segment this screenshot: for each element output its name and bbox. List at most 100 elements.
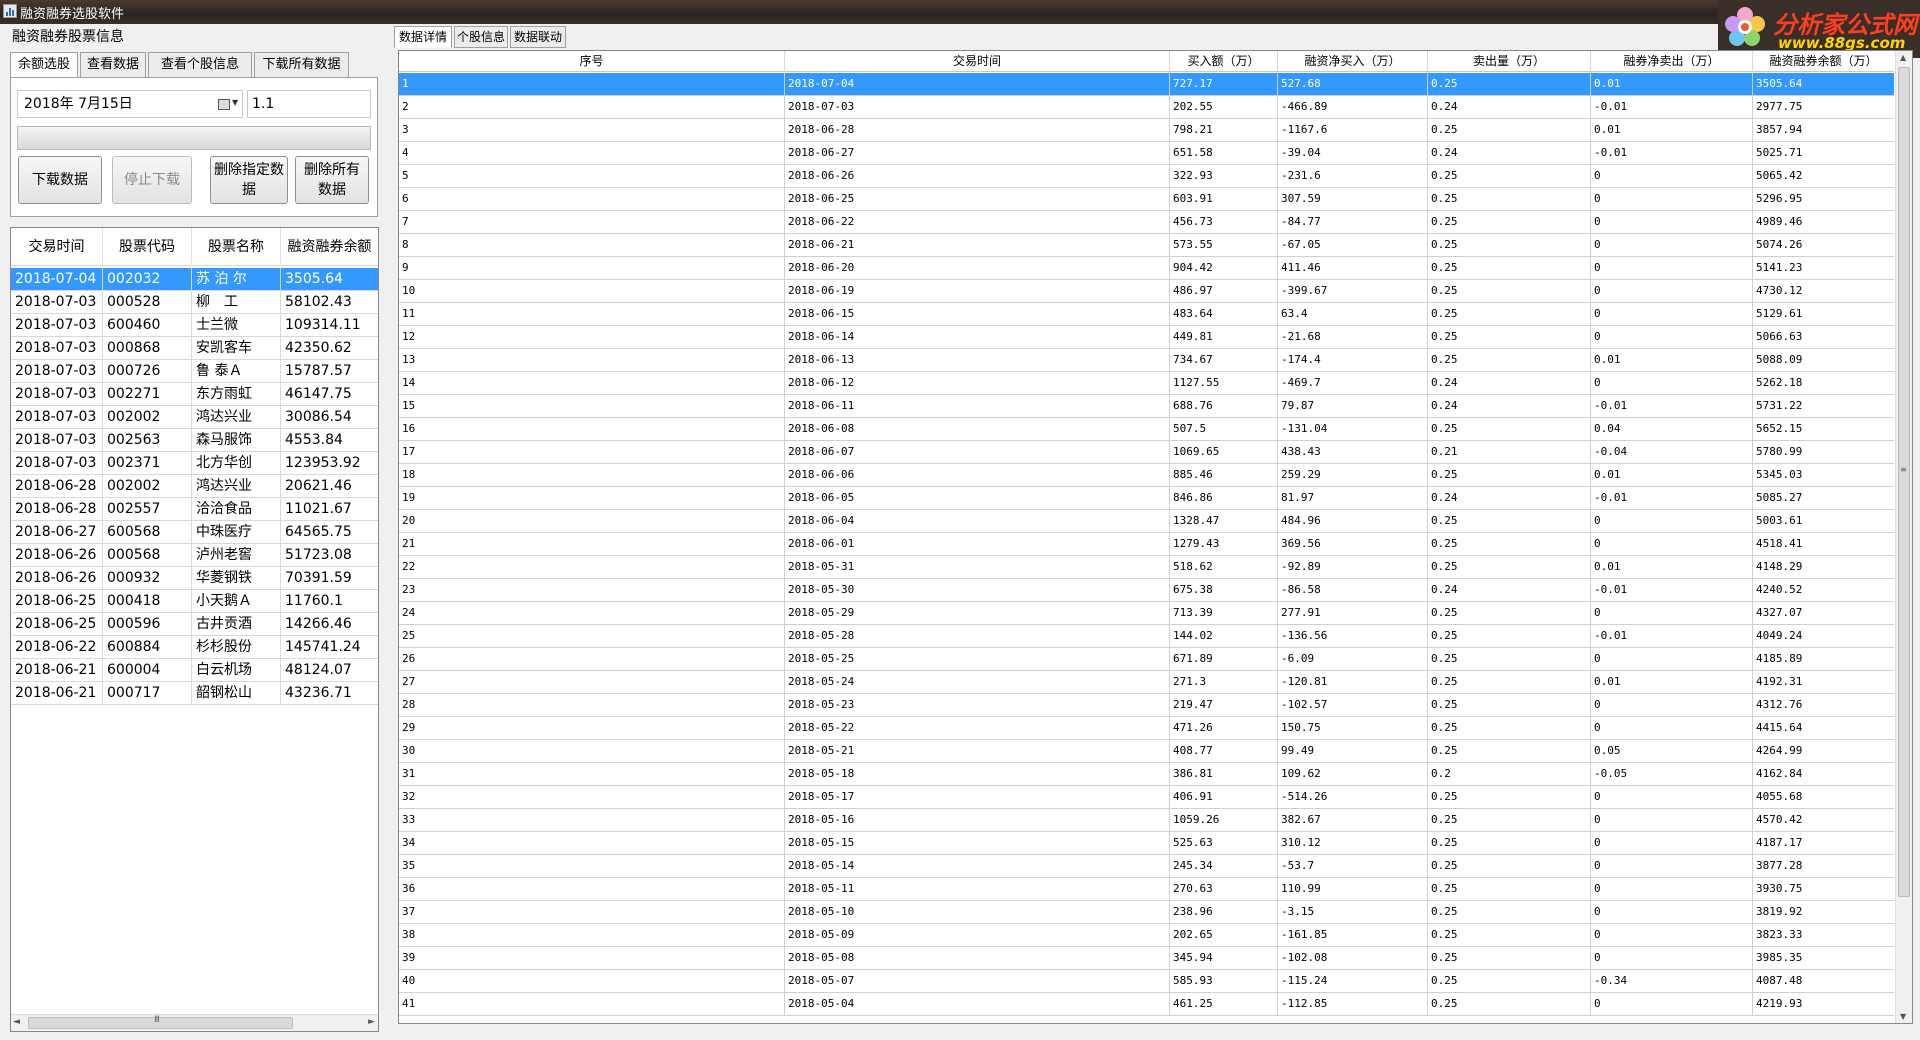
table-row[interactable]: 34 2018-05-15 525.63 310.12 0.25 0 4187.17 <box>399 832 1894 855</box>
scroll-right-icon[interactable]: ► <box>368 1017 375 1027</box>
ratio-input[interactable]: 1.1 <box>247 90 371 118</box>
table-row[interactable]: 33 2018-05-16 1059.26 382.67 0.25 0 4570.42 <box>399 809 1894 832</box>
date-picker[interactable]: 2018年 7月15日 ▼ <box>17 90 243 118</box>
table-row[interactable]: 30 2018-05-21 408.77 99.49 0.25 0.05 4264.99 <box>399 740 1894 763</box>
table-row[interactable]: 22 2018-05-31 518.62 -92.89 0.25 0.01 4148.29 <box>399 556 1894 579</box>
table-row[interactable]: 2018-06-28 002002 鸿达兴业 20621.46 <box>11 475 378 498</box>
table-row[interactable]: 2018-06-21 600004 白云机场 48124.07 <box>11 659 378 682</box>
column-header[interactable]: 融券净卖出（万） <box>1591 51 1753 72</box>
tab-download-all[interactable]: 下载所有数据 <box>254 52 349 78</box>
table-row[interactable]: 39 2018-05-08 345.94 -102.08 0.25 0 3985.35 <box>399 947 1894 970</box>
tab-data-linkage[interactable]: 数据联动 <box>510 26 566 48</box>
delete-selected-button[interactable]: 删除指定数据 <box>210 156 288 204</box>
table-row[interactable]: 35 2018-05-14 245.34 -53.7 0.25 0 3877.28 <box>399 855 1894 878</box>
table-row[interactable]: 2018-07-03 002371 北方华创 123953.92 <box>11 452 378 475</box>
table-row[interactable]: 41 2018-05-04 461.25 -112.85 0.25 0 4219.93 <box>399 993 1894 1016</box>
tab-balance-select[interactable]: 余额选股 <box>10 52 78 79</box>
table-row[interactable]: 2018-06-25 000596 古井贡酒 14266.46 <box>11 613 378 636</box>
table-row[interactable]: 38 2018-05-09 202.65 -161.85 0.25 0 3823.33 <box>399 924 1894 947</box>
table-row[interactable]: 10 2018-06-19 486.97 -399.67 0.25 0 4730.12 <box>399 280 1894 303</box>
tab-data-details[interactable]: 数据详情 <box>394 26 452 48</box>
table-row[interactable]: 1 2018-07-04 727.17 527.68 0.25 0.01 3505.64 <box>399 73 1894 96</box>
scroll-thumb[interactable]: III <box>28 1015 293 1029</box>
table-row[interactable]: 24 2018-05-29 713.39 277.91 0.25 0 4327.07 <box>399 602 1894 625</box>
table-row[interactable]: 6 2018-06-25 603.91 307.59 0.25 0 5296.95 <box>399 188 1894 211</box>
table-row[interactable]: 12 2018-06-14 449.81 -21.68 0.25 0 5066.63 <box>399 326 1894 349</box>
table-row[interactable]: 2018-07-03 600460 士兰微 109314.11 <box>11 314 378 337</box>
table-row[interactable]: 27 2018-05-24 271.3 -120.81 0.25 0.01 4192.31 <box>399 671 1894 694</box>
table-row[interactable]: 7 2018-06-22 456.73 -84.77 0.25 0 4989.46 <box>399 211 1894 234</box>
table-row[interactable]: 40 2018-05-07 585.93 -115.24 0.25 -0.34 4087.4… <box>399 970 1894 993</box>
column-header[interactable]: 股票代码 <box>103 228 192 266</box>
table-cell: 3930.75 <box>1756 882 1803 895</box>
table-row[interactable]: 28 2018-05-23 219.47 -102.57 0.25 0 4312.76 <box>399 694 1894 717</box>
table-row[interactable]: 2018-07-03 000726 鲁 泰Ａ 15787.57 <box>11 360 378 383</box>
table-row[interactable]: 31 2018-05-18 386.81 109.62 0.2 -0.05 4162.84 <box>399 763 1894 786</box>
column-header[interactable]: 交易时间 <box>11 228 103 266</box>
column-header[interactable]: 融资融券余额 <box>281 228 378 266</box>
table-row[interactable]: 20 2018-06-04 1328.47 484.96 0.25 0 5003.61 <box>399 510 1894 533</box>
table-row[interactable]: 16 2018-06-08 507.5 -131.04 0.25 0.04 5652.15 <box>399 418 1894 441</box>
column-header[interactable]: 买入额（万） <box>1170 51 1278 72</box>
table-row[interactable]: 15 2018-06-11 688.76 79.87 0.24 -0.01 5731.22 <box>399 395 1894 418</box>
table-row[interactable]: 29 2018-05-22 471.26 150.75 0.25 0 4415.64 <box>399 717 1894 740</box>
table-cell: 270.63 <box>1170 878 1278 900</box>
table-row[interactable]: 2018-07-03 002002 鸿达兴业 30086.54 <box>11 406 378 429</box>
stop-download-button[interactable]: 停止下载 <box>112 156 192 204</box>
horizontal-scrollbar[interactable]: ◄ III ► <box>11 1014 378 1031</box>
tab-view-stock-info[interactable]: 查看个股信息 <box>148 52 252 78</box>
table-row[interactable]: 3 2018-06-28 798.21 -1167.6 0.25 0.01 3857.94 <box>399 119 1894 142</box>
calendar-icon[interactable] <box>218 99 230 110</box>
table-row[interactable]: 2018-06-26 000932 华菱钢铁 70391.59 <box>11 567 378 590</box>
table-row[interactable]: 14 2018-06-12 1127.55 -469.7 0.24 0 5262.18 <box>399 372 1894 395</box>
scroll-thumb[interactable]: ≡ <box>1898 67 1910 897</box>
table-row[interactable]: 26 2018-05-25 671.89 -6.09 0.25 0 4185.89 <box>399 648 1894 671</box>
scroll-left-icon[interactable]: ◄ <box>13 1017 20 1027</box>
table-row[interactable]: 23 2018-05-30 675.38 -86.58 0.24 -0.01 4240.52 <box>399 579 1894 602</box>
stock-list-grid[interactable]: 交易时间 股票代码 股票名称 融资融券余额 2018-07-04 002032 苏 … <box>10 227 379 1032</box>
table-row[interactable]: 9 2018-06-20 904.42 411.46 0.25 0 5141.23 <box>399 257 1894 280</box>
tab-stock-info[interactable]: 个股信息 <box>454 26 508 48</box>
table-row[interactable]: 8 2018-06-21 573.55 -67.05 0.25 0 5074.26 <box>399 234 1894 257</box>
detail-grid[interactable]: 序号 交易时间 买入额（万） 融资净买入（万） 卖出量（万） 融券净卖出（万） … <box>398 50 1913 1024</box>
download-button[interactable]: 下载数据 <box>18 156 102 204</box>
table-row[interactable]: 2018-06-26 000568 泸州老窖 51723.08 <box>11 544 378 567</box>
table-row[interactable]: 2018-07-03 000868 安凯客车 42350.62 <box>11 337 378 360</box>
column-header[interactable]: 序号 <box>399 51 785 72</box>
table-row[interactable]: 2018-07-03 002271 东方雨虹 46147.75 <box>11 383 378 406</box>
vertical-scrollbar[interactable]: ▲ ≡ ▼ <box>1895 51 1912 1023</box>
table-row[interactable]: 2018-06-22 600884 杉杉股份 145741.24 <box>11 636 378 659</box>
table-cell: 中珠医疗 <box>192 521 281 543</box>
column-header[interactable]: 卖出量（万） <box>1428 51 1591 72</box>
column-header[interactable]: 融资融券余额（万） <box>1753 51 1894 72</box>
chevron-down-icon[interactable]: ▼ <box>232 97 238 109</box>
table-row[interactable]: 2018-06-28 002557 洽洽食品 11021.67 <box>11 498 378 521</box>
table-row[interactable]: 2018-07-03 000528 柳 工 58102.43 <box>11 291 378 314</box>
table-row[interactable]: 13 2018-06-13 734.67 -174.4 0.25 0.01 5088.09 <box>399 349 1894 372</box>
scroll-up-icon[interactable]: ▲ <box>1900 53 1906 62</box>
table-row[interactable]: 2018-07-03 002563 森马服饰 4553.84 <box>11 429 378 452</box>
table-row[interactable]: 37 2018-05-10 238.96 -3.15 0.25 0 3819.92 <box>399 901 1894 924</box>
table-cell: 7 <box>399 211 785 233</box>
column-header[interactable]: 交易时间 <box>785 51 1170 72</box>
table-row[interactable]: 2018-06-25 000418 小天鹅Ａ 11760.1 <box>11 590 378 613</box>
table-row[interactable]: 19 2018-06-05 846.86 81.97 0.24 -0.01 5085.27 <box>399 487 1894 510</box>
table-row[interactable]: 18 2018-06-06 885.46 259.29 0.25 0.01 5345.03 <box>399 464 1894 487</box>
column-header[interactable]: 股票名称 <box>192 228 281 266</box>
scroll-down-icon[interactable]: ▼ <box>1900 1012 1906 1021</box>
table-row[interactable]: 36 2018-05-11 270.63 110.99 0.25 0 3930.75 <box>399 878 1894 901</box>
table-row[interactable]: 5 2018-06-26 322.93 -231.6 0.25 0 5065.42 <box>399 165 1894 188</box>
table-row[interactable]: 25 2018-05-28 144.02 -136.56 0.25 -0.01 4049.2… <box>399 625 1894 648</box>
table-row[interactable]: 4 2018-06-27 651.58 -39.04 0.24 -0.01 5025.71 <box>399 142 1894 165</box>
table-row[interactable]: 21 2018-06-01 1279.43 369.56 0.25 0 4518.41 <box>399 533 1894 556</box>
table-row[interactable]: 17 2018-06-07 1069.65 438.43 0.21 -0.04 5780.9… <box>399 441 1894 464</box>
table-row[interactable]: 2018-06-27 600568 中珠医疗 64565.75 <box>11 521 378 544</box>
table-row[interactable]: 11 2018-06-15 483.64 63.4 0.25 0 5129.61 <box>399 303 1894 326</box>
table-row[interactable]: 2018-06-21 000717 韶钢松山 43236.71 <box>11 682 378 705</box>
column-header[interactable]: 融资净买入（万） <box>1278 51 1428 72</box>
table-row[interactable]: 32 2018-05-17 406.91 -514.26 0.25 0 4055.68 <box>399 786 1894 809</box>
table-row[interactable]: 2 2018-07-03 202.55 -466.89 0.24 -0.01 2977.75 <box>399 96 1894 119</box>
tab-view-data[interactable]: 查看数据 <box>80 52 146 78</box>
delete-all-button[interactable]: 删除所有数据 <box>295 156 369 204</box>
table-row[interactable]: 2018-07-04 002032 苏 泊 尔 3505.64 <box>11 268 378 291</box>
